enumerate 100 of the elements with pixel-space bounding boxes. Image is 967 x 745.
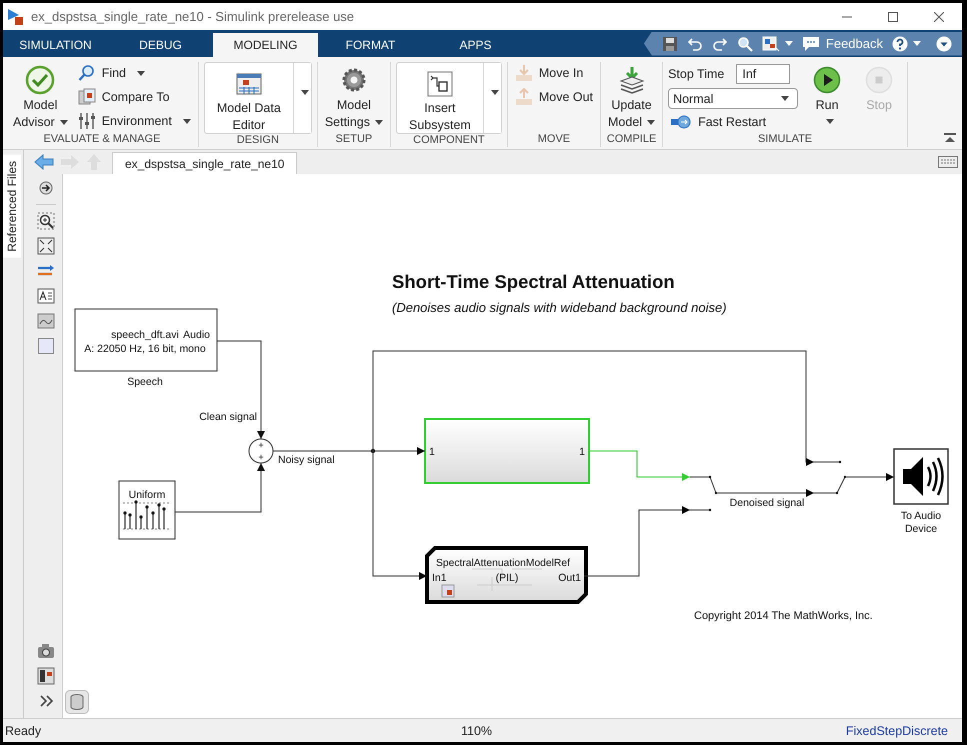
file-source-block[interactable] [74,308,218,372]
ribbon-button[interactable]: Compare To [76,86,193,108]
model-reference-block[interactable] [425,546,588,604]
caret-icon [913,41,921,46]
maximize-icon [888,12,898,22]
run-icon [813,66,842,94]
collapse-ribbon-icon[interactable] [944,133,956,143]
subsystem-icon [426,71,453,97]
switch-drawing[interactable] [814,460,846,494]
back-arrow-icon[interactable] [34,154,54,170]
collapse-circle-icon[interactable] [936,36,952,52]
section-title: SIMULATE [756,133,814,147]
diagram-title: Short-Time Spectral Attenuation [392,271,675,292]
move-in-icon [514,64,533,82]
ribbon-button[interactable]: Model Settings [322,62,385,132]
ribbon-tab[interactable]: DEBUG [108,33,213,57]
camera-icon[interactable] [37,642,55,660]
redo-icon[interactable] [712,36,728,52]
stop-time-field[interactable]: Inf [736,64,790,84]
block-text: speech_dft.avi [111,329,179,341]
keyboard-icon[interactable] [938,156,958,168]
signal-label: Noisy signal [278,454,335,466]
window-title: ex_dspstsa_single_rate_ne10 - Simulink prerelease use [31,9,354,24]
block-name: To Audio [900,510,942,522]
section-title: SETUP [334,133,374,147]
block-name: Device [904,523,938,535]
caret-icon [182,118,191,124]
image-icon[interactable] [37,312,55,330]
status-text: Ready [5,724,42,738]
ribbon-tab[interactable]: APPS [423,33,528,57]
solver-link[interactable]: FixedStepDiscrete [846,724,948,738]
section-title: COMPONENT [412,134,486,147]
port-label: 1 [579,446,585,458]
model-browser-icon[interactable] [762,36,780,52]
ribbon-tab[interactable]: FORMAT [318,33,423,57]
compare-icon [78,88,96,106]
search-icon [78,64,96,82]
fast-restart-icon [670,115,692,129]
section-title: EVALUATE & MANAGE [42,133,162,147]
sliders-icon [78,112,96,130]
section-title: MOVE [536,133,572,147]
block-text: (PIL) [496,572,518,584]
ribbon-button[interactable]: Update Model [606,62,658,132]
caret-icon [60,120,68,124]
side-tab[interactable]: Referenced Files [3,155,21,258]
signal-label: Clean signal [199,411,257,423]
zoom-icon[interactable] [37,212,55,230]
zoom-level[interactable]: 110% [460,724,492,738]
section-title: COMPILE [606,133,658,147]
ribbon-tab[interactable]: SIMULATION [3,33,108,57]
port-label: Audio [183,329,210,341]
speaker-block[interactable] [893,448,949,505]
update-icon [618,66,646,94]
switch-drawing[interactable] [690,476,718,512]
diagram-subtitle: (Denoises audio signals with wideband background noise) [392,300,727,315]
save-icon[interactable] [662,36,678,52]
move-out-icon [514,88,533,106]
data-editor-icon [236,71,262,97]
close-icon [934,12,944,22]
signal-line [844,473,894,481]
caret-icon [781,96,790,101]
area-icon[interactable] [37,337,55,355]
help-icon[interactable] [892,36,908,52]
gear-icon [340,67,367,93]
ribbon-button[interactable]: Fast Restart [668,111,798,133]
search-icon[interactable] [736,36,753,52]
mode-dropdown[interactable]: Normal [668,88,798,109]
ribbon-button[interactable]: Environment [76,110,193,132]
signal-label: Denoised signal [730,497,804,509]
stop-icon [865,66,894,94]
undo-icon[interactable] [686,36,703,52]
ribbon-button[interactable]: Find [76,62,193,84]
app-icon [7,8,25,26]
ribbon-button[interactable]: Run [804,62,850,130]
sum-block[interactable]: + + [248,438,274,464]
random-source-block[interactable]: Uniform [118,480,176,540]
feedback-button[interactable]: Feedback [802,36,883,52]
fit-to-view-icon[interactable] [37,237,55,255]
port-label: Out1 [558,572,581,584]
caret-icon [826,118,834,124]
field-label: Stop Time [668,67,724,81]
caret-icon [300,90,309,95]
layout-icon[interactable] [37,667,55,685]
ribbon-tab[interactable]: MODELING [213,33,318,57]
ribbon-button[interactable]: Model Advisor [11,62,70,132]
caret-icon [784,41,793,46]
checkmark-icon [25,65,56,95]
speech-bubble-icon [802,36,820,52]
caret-icon [647,120,656,124]
port-label: In1 [432,572,447,584]
breadcrumb-tab[interactable]: ex_dspstsa_single_rate_ne10 [112,152,298,174]
section-title: DESIGN [236,134,280,147]
caret-icon [490,90,499,95]
caret-icon [137,70,146,76]
model-data-button[interactable] [65,690,89,714]
caret-icon [374,120,383,124]
annotation-icon[interactable] [37,287,55,305]
block-text: A: 22050 Hz, 16 bit, mono [84,343,206,355]
block-text: SpectralAttenuationModelRef [436,558,570,569]
port-label: 1 [429,446,435,458]
